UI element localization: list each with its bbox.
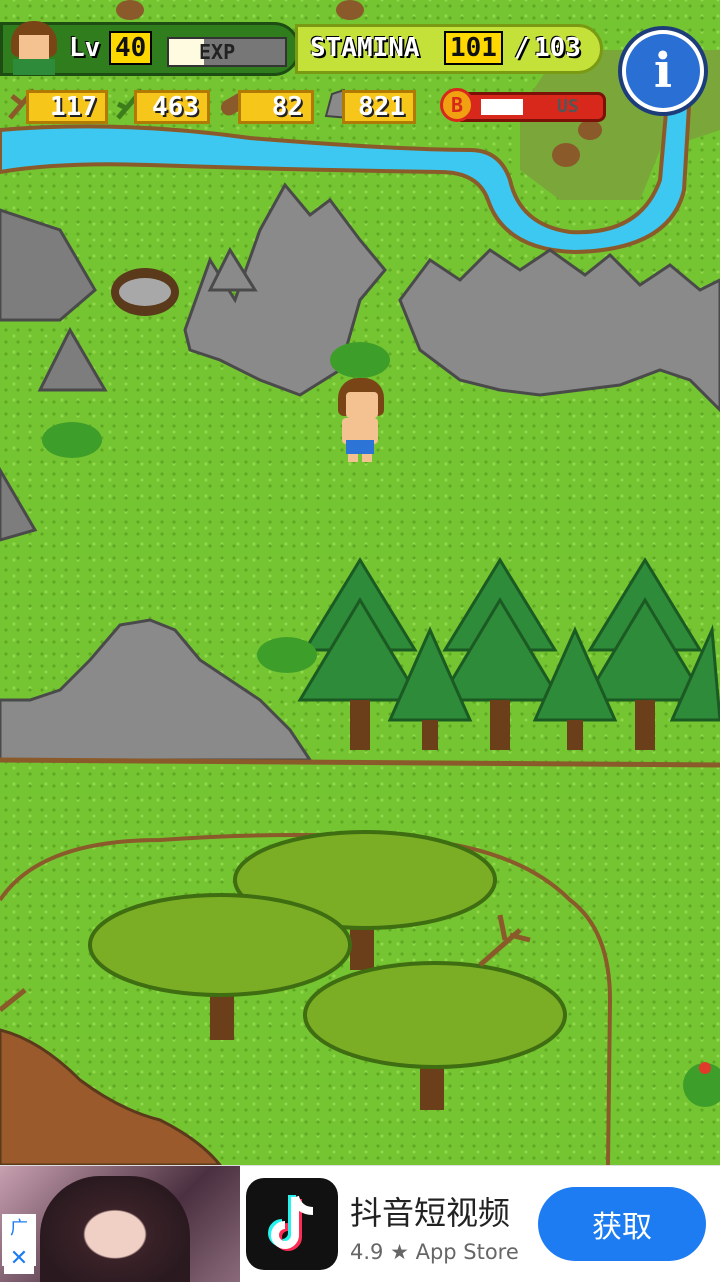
mountain-range-right	[398, 248, 720, 413]
app-icon[interactable]	[246, 1178, 338, 1270]
boost-bar: US	[460, 92, 606, 122]
ad-rating: 4.9 ★ App Store	[350, 1240, 519, 1264]
resource-stone-count: 821	[342, 90, 416, 124]
stamina-panel: STAMINA 101 / 103	[295, 24, 603, 74]
ad-close-icon[interactable]: ✕	[4, 1244, 34, 1274]
player-character[interactable]	[332, 378, 388, 462]
resource-branch-count: 117	[26, 90, 108, 124]
branch-item	[478, 914, 531, 967]
info-icon: i	[626, 34, 700, 108]
world-map[interactable]	[0, 0, 720, 1165]
stamina-label: STAMINA	[310, 33, 420, 63]
broadleaf-trees	[88, 830, 567, 1110]
stone-boulder	[119, 278, 171, 306]
level-value: 40	[109, 31, 153, 65]
ad-app-name: 抖音短视频	[350, 1194, 511, 1232]
mountain-range-left	[0, 208, 108, 542]
tiktok-note-icon	[268, 1195, 314, 1251]
ad-banner[interactable]: 广告 ✕ 抖音短视频 4.9 ★ App Store 获取	[0, 1165, 720, 1282]
player-avatar	[7, 19, 61, 79]
mountain-range-bottom	[0, 618, 313, 762]
exp-bar: EXP	[167, 37, 287, 67]
get-app-button[interactable]: 获取	[538, 1187, 706, 1261]
boost-coin-icon: B	[440, 88, 474, 122]
stamina-current: 101	[444, 31, 503, 65]
ad-image[interactable]	[0, 1166, 240, 1282]
exp-label: EXP	[199, 40, 236, 64]
level-panel: Lv 40 EXP	[0, 19, 300, 79]
info-button[interactable]: i	[618, 26, 708, 116]
pine-forest	[297, 557, 720, 750]
game-world[interactable]: Lv 40 EXP STAMINA 101 / 103 i 117 463 82…	[0, 0, 720, 1165]
level-label: Lv	[69, 33, 101, 63]
stamina-separator: /	[514, 33, 530, 63]
resource-wood-count: 82	[238, 90, 314, 124]
resource-vine-count: 463	[134, 90, 210, 124]
boost-panel[interactable]: US B	[440, 88, 608, 126]
cliff-edge	[0, 1028, 222, 1165]
stamina-max: 103	[534, 33, 581, 63]
boost-bar-fill	[481, 99, 523, 115]
boost-label: US	[557, 96, 579, 117]
